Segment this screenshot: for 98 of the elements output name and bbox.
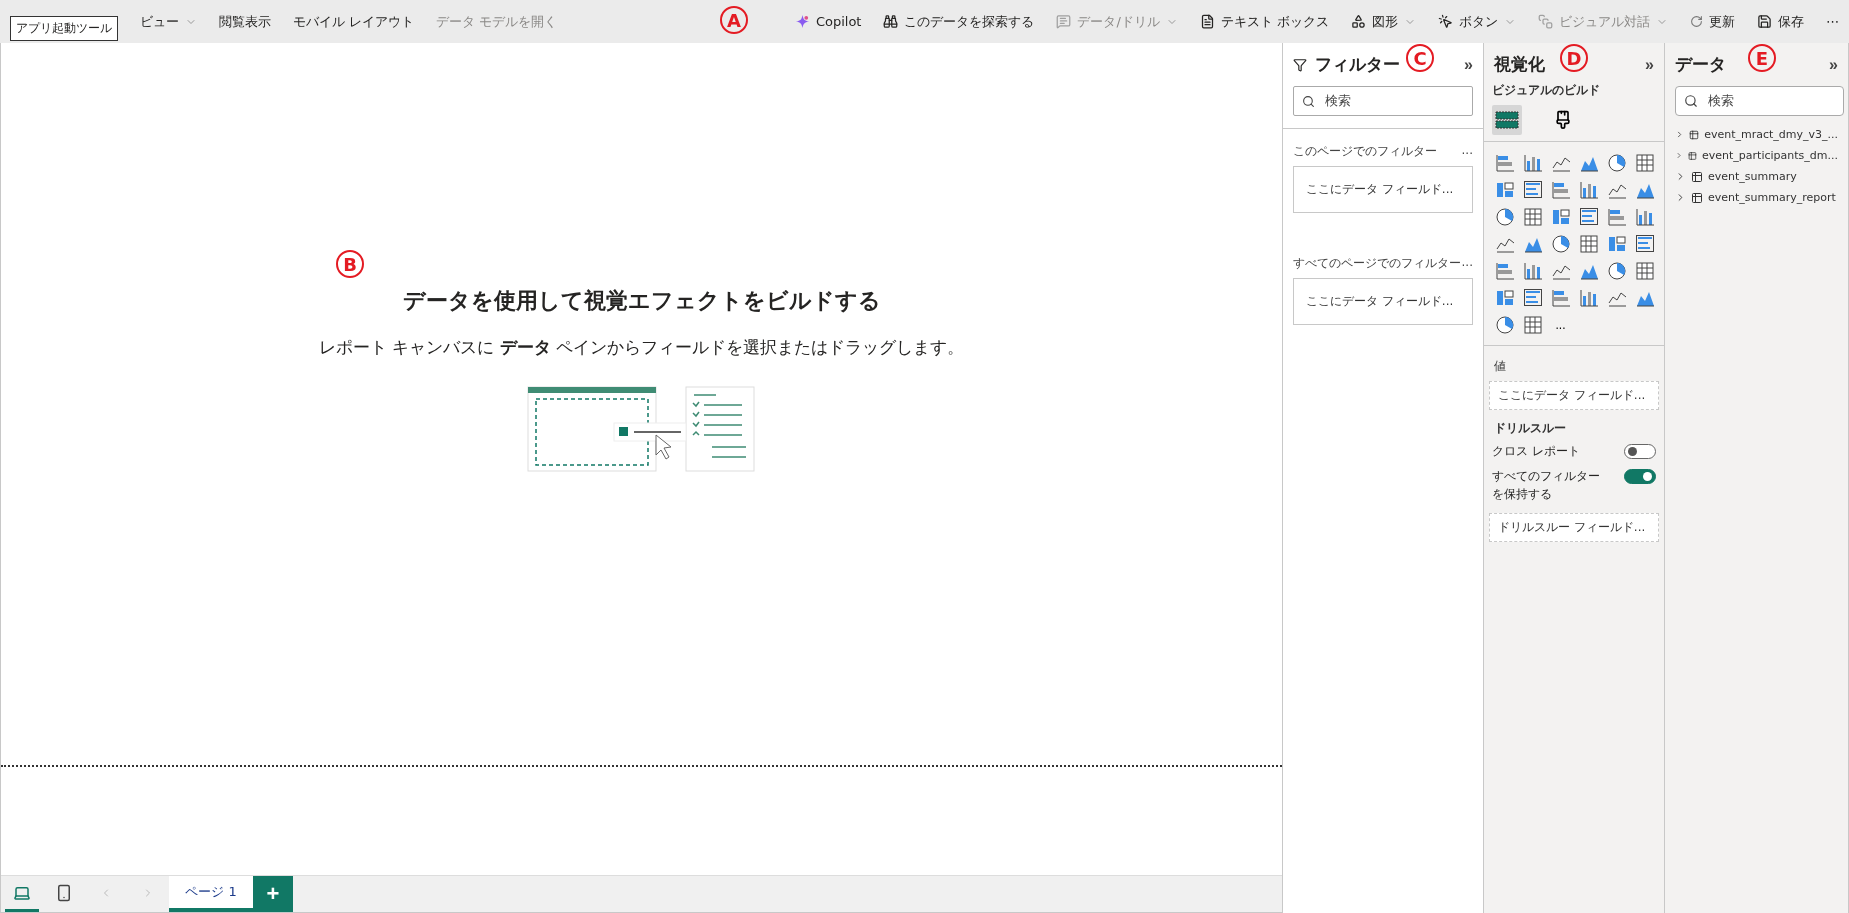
more-button[interactable]: ...	[1550, 314, 1571, 335]
drop-zone[interactable]: ここにデータ フィールド...	[1293, 278, 1473, 325]
callout-marker: C	[1406, 44, 1434, 72]
section-title: ビジュアルのビルド	[1491, 82, 1601, 99]
section-title: このページでのフィルター	[1293, 143, 1437, 160]
bar-chart-icon[interactable]	[1494, 152, 1515, 173]
table-item[interactable]: event_summary_report	[1665, 187, 1848, 208]
section-title: すべてのページでのフィルター	[1293, 255, 1461, 272]
pie-chart-icon[interactable]	[1550, 233, 1571, 254]
toolbar-button[interactable]: ビュー	[140, 8, 197, 35]
treemap-icon[interactable]	[1494, 179, 1515, 200]
save-icon	[1757, 14, 1772, 29]
bar-chart-icon[interactable]	[1550, 179, 1571, 200]
collapse-button[interactable]: »	[1464, 55, 1473, 74]
more-button[interactable]: ⋯	[1826, 10, 1839, 33]
paintbrush-icon	[1553, 110, 1573, 130]
toolbar-button[interactable]: テキスト ボックス	[1199, 8, 1329, 35]
text-icon[interactable]	[1522, 179, 1543, 200]
binoculars-icon	[883, 14, 899, 29]
pane-title: 視覚化	[1494, 53, 1545, 76]
sparkle-icon	[794, 14, 810, 29]
callout-marker: A	[720, 6, 748, 34]
callout-marker: B	[336, 250, 364, 278]
table-item[interactable]: event_summary	[1665, 166, 1848, 187]
callout-marker: D	[1560, 44, 1588, 72]
add-page-button[interactable]: +	[253, 876, 293, 912]
stack-icon	[1538, 14, 1553, 29]
bar-chart-icon[interactable]	[1494, 260, 1515, 281]
toggle-switch[interactable]	[1624, 444, 1656, 459]
canvas-subtitle: レポート キャンバスに データ ペインからフィールドを選択またはドラッグします。	[318, 336, 965, 359]
build-visual-tab[interactable]	[1492, 105, 1522, 135]
toolbar-button[interactable]: 更新	[1690, 8, 1735, 35]
column-chart-icon[interactable]	[1578, 287, 1599, 308]
toggle-label: クロス レポート	[1492, 443, 1581, 460]
toolbar-button[interactable]: 保存	[1757, 8, 1804, 35]
toggle-label: すべてのフィルターを保持する	[1492, 468, 1601, 503]
toggle-switch[interactable]	[1624, 469, 1656, 485]
callout-marker: E	[1748, 44, 1776, 72]
toolbar-button[interactable]: 図形	[1351, 8, 1416, 35]
table-icon[interactable]	[1522, 314, 1543, 335]
refresh-icon	[1690, 15, 1703, 28]
table-icon[interactable]	[1634, 260, 1655, 281]
pane-title: データ	[1675, 53, 1726, 76]
toolbar-button[interactable]: モバイル レイアウト	[293, 8, 415, 35]
text-icon[interactable]	[1578, 206, 1599, 227]
table-item[interactable]: event_participants_dm...	[1665, 145, 1848, 166]
treemap-icon[interactable]	[1606, 233, 1627, 254]
filter-icon	[1293, 57, 1307, 72]
shapes-icon	[1351, 14, 1366, 29]
pie-chart-icon[interactable]	[1494, 314, 1515, 335]
table-icon	[1688, 149, 1697, 162]
table-icon	[1689, 128, 1700, 141]
drop-zone[interactable]: ここにデータ フィールド...	[1293, 166, 1473, 213]
treemap-icon[interactable]	[1494, 287, 1515, 308]
text-box-icon	[1199, 14, 1215, 29]
text-icon[interactable]	[1522, 287, 1543, 308]
column-chart-icon[interactable]	[1634, 206, 1655, 227]
table-icon[interactable]	[1578, 233, 1599, 254]
toolbar-button[interactable]: ボタン	[1438, 8, 1516, 35]
chat-icon	[1056, 14, 1072, 29]
toolbar-button[interactable]: 閲覧表示	[219, 8, 271, 35]
toolbar-button[interactable]: このデータを探索する	[883, 8, 1035, 35]
table-icon[interactable]	[1522, 206, 1543, 227]
column-chart-icon[interactable]	[1578, 179, 1599, 200]
drop-zone[interactable]: ここにデータ フィールド...	[1489, 381, 1659, 410]
pointer-icon	[1438, 14, 1453, 29]
bar-chart-icon[interactable]	[1550, 287, 1571, 308]
column-chart-icon[interactable]	[1522, 152, 1543, 173]
collapse-button[interactable]: »	[1829, 55, 1838, 74]
collapse-button[interactable]: »	[1645, 55, 1654, 74]
field-label: 値	[1493, 358, 1507, 375]
section-title: ドリルスルー	[1493, 420, 1567, 437]
pie-chart-icon[interactable]	[1606, 152, 1627, 173]
table-icon	[1691, 170, 1703, 183]
phone-icon	[55, 883, 73, 902]
more-button[interactable]: ...	[1461, 255, 1473, 272]
search-icon	[1684, 94, 1698, 108]
table-icon	[1691, 191, 1703, 204]
search-icon	[1302, 94, 1315, 108]
column-chart-icon[interactable]	[1522, 260, 1543, 281]
search-field[interactable]: 検索	[1293, 86, 1473, 116]
drop-zone[interactable]: ドリルスルー フィールド...	[1489, 513, 1659, 543]
text-icon[interactable]	[1634, 233, 1655, 254]
chevron-icon	[1675, 150, 1684, 161]
pane-title: フィルター	[1315, 53, 1400, 76]
pie-chart-icon[interactable]	[1494, 206, 1515, 227]
tooltip: アプリ起動ツール	[10, 16, 118, 41]
table-icon[interactable]	[1634, 152, 1655, 173]
bar-chart-icon[interactable]	[1606, 206, 1627, 227]
table-item[interactable]: event_mract_dmy_v3_...	[1665, 124, 1848, 145]
more-button[interactable]: ...	[1461, 143, 1473, 160]
page-tab[interactable]: ページ 1	[169, 876, 253, 912]
search-field[interactable]: 検索	[1675, 86, 1844, 116]
toolbar-button[interactable]: Copilot	[794, 10, 862, 33]
treemap-icon[interactable]	[1550, 206, 1571, 227]
fields-icon	[1495, 109, 1519, 131]
canvas-heading: データを使用して視覚エフェクトをビルドする	[402, 287, 881, 315]
pie-chart-icon[interactable]	[1606, 260, 1627, 281]
